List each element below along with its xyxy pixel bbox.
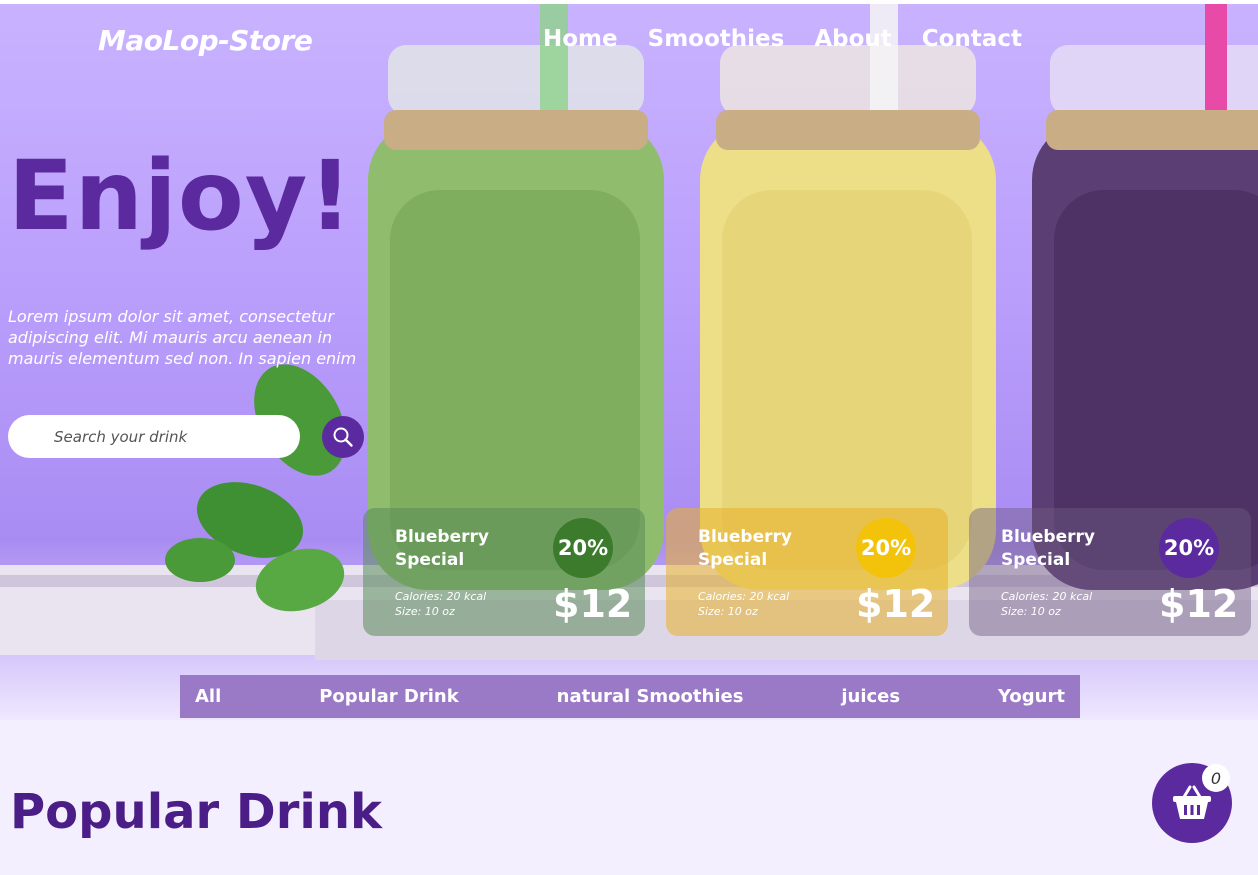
tab-juices[interactable]: juices <box>841 686 900 707</box>
tab-popular-drink[interactable]: Popular Drink <box>319 686 459 707</box>
discount-badge: 20% <box>1159 518 1219 578</box>
hero-description: Lorem ipsum dolor sit amet, consectetur … <box>8 307 357 368</box>
discount-badge: 20% <box>553 518 613 578</box>
discount-badge: 20% <box>856 518 916 578</box>
card-title: Blueberry Special <box>395 527 489 570</box>
card-calories: Calories: 20 kcal <box>698 590 790 603</box>
tab-all[interactable]: All <box>195 686 221 707</box>
hero-banner: MaoLop-Store Home Smoothies About Contac… <box>0 0 1258 720</box>
cart-count-badge: 0 <box>1202 764 1230 792</box>
tab-yogurt[interactable]: Yogurt <box>998 686 1065 707</box>
card-price: $12 <box>553 582 633 626</box>
site-logo[interactable]: MaoLop-Store <box>98 24 313 57</box>
product-card[interactable]: Blueberry Special Calories: 20 kcal Size… <box>969 508 1251 636</box>
card-title: Blueberry Special <box>1001 527 1095 570</box>
card-calories: Calories: 20 kcal <box>395 590 487 603</box>
hero-headline: Enjoy! <box>8 140 354 252</box>
card-calories: Calories: 20 kcal <box>1001 590 1093 603</box>
main-nav: Home Smoothies About Contact <box>543 26 1022 52</box>
top-border <box>0 0 1258 4</box>
search-button[interactable] <box>322 416 364 458</box>
card-size: Size: 10 oz <box>698 605 758 618</box>
card-title: Blueberry Special <box>698 527 792 570</box>
search-input[interactable] <box>8 415 300 458</box>
card-price: $12 <box>1159 582 1239 626</box>
card-size: Size: 10 oz <box>395 605 455 618</box>
product-card[interactable]: Blueberry Special Calories: 20 kcal Size… <box>363 508 645 636</box>
card-meta: Calories: 20 kcal Size: 10 oz <box>698 589 789 619</box>
nav-about[interactable]: About <box>814 26 891 52</box>
section-title: Popular Drink <box>10 784 382 840</box>
card-price: $12 <box>856 582 936 626</box>
card-meta: Calories: 20 kcal Size: 10 oz <box>1001 589 1092 619</box>
category-tabs: All Popular Drink natural Smoothies juic… <box>180 675 1080 718</box>
nav-smoothies[interactable]: Smoothies <box>648 26 785 52</box>
nav-home[interactable]: Home <box>543 26 618 52</box>
search-icon <box>333 427 353 447</box>
card-meta: Calories: 20 kcal Size: 10 oz <box>395 589 486 619</box>
card-size: Size: 10 oz <box>1001 605 1061 618</box>
nav-contact[interactable]: Contact <box>922 26 1022 52</box>
tab-natural-smoothies[interactable]: natural Smoothies <box>557 686 744 707</box>
basket-icon <box>1173 785 1211 819</box>
product-card[interactable]: Blueberry Special Calories: 20 kcal Size… <box>666 508 948 636</box>
